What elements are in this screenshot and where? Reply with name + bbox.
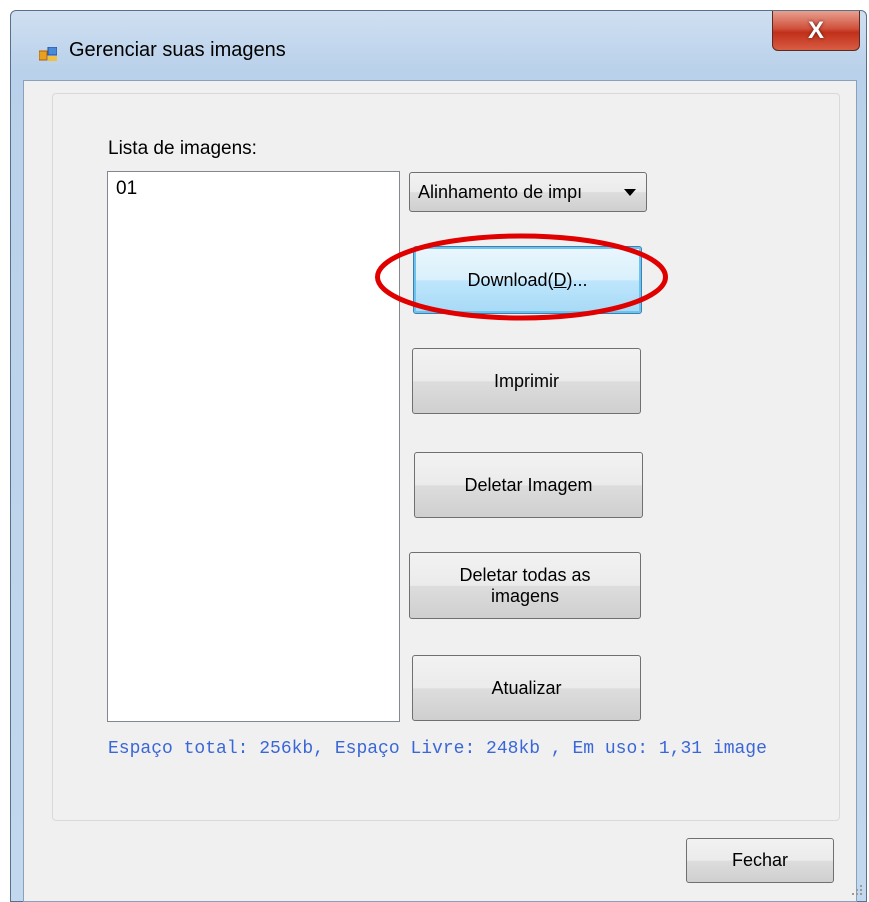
image-list-label: Lista de imagens:: [108, 138, 257, 159]
download-button[interactable]: Download(D)...: [413, 246, 642, 314]
title-bar[interactable]: Gerenciar suas imagens X: [11, 11, 866, 79]
close-dialog-button-label: Fechar: [731, 850, 789, 870]
refresh-button[interactable]: Atualizar: [412, 655, 641, 721]
image-list[interactable]: 01: [107, 171, 400, 722]
delete-image-button[interactable]: Deletar Imagem: [414, 452, 643, 518]
refresh-button-label: Atualizar: [491, 677, 562, 698]
download-button-label: Download(D)...: [467, 269, 588, 290]
print-button-label: Imprimir: [494, 370, 559, 391]
window-title: Gerenciar suas imagens: [69, 39, 286, 61]
close-dialog-button[interactable]: Fechar: [686, 838, 834, 883]
delete-image-button-label: Deletar Imagem: [464, 474, 593, 495]
alignment-dropdown-value: Alinhamento de impı: [418, 182, 583, 202]
delete-all-images-button-label: Deletar todas as imagens: [459, 564, 591, 606]
close-button[interactable]: X: [772, 11, 860, 51]
delete-all-images-button[interactable]: Deletar todas as imagens: [409, 552, 641, 619]
resize-grip-icon[interactable]: [849, 882, 863, 896]
list-item[interactable]: 01: [116, 178, 137, 200]
chevron-down-icon: [624, 189, 636, 196]
app-window-icon: [39, 47, 57, 61]
storage-status-text: Espaço total: 256kb, Espaço Livre: 248kb…: [108, 739, 767, 759]
print-button[interactable]: Imprimir: [412, 348, 641, 414]
close-icon: X: [807, 16, 824, 44]
alignment-dropdown[interactable]: Alinhamento de impı: [409, 172, 647, 212]
